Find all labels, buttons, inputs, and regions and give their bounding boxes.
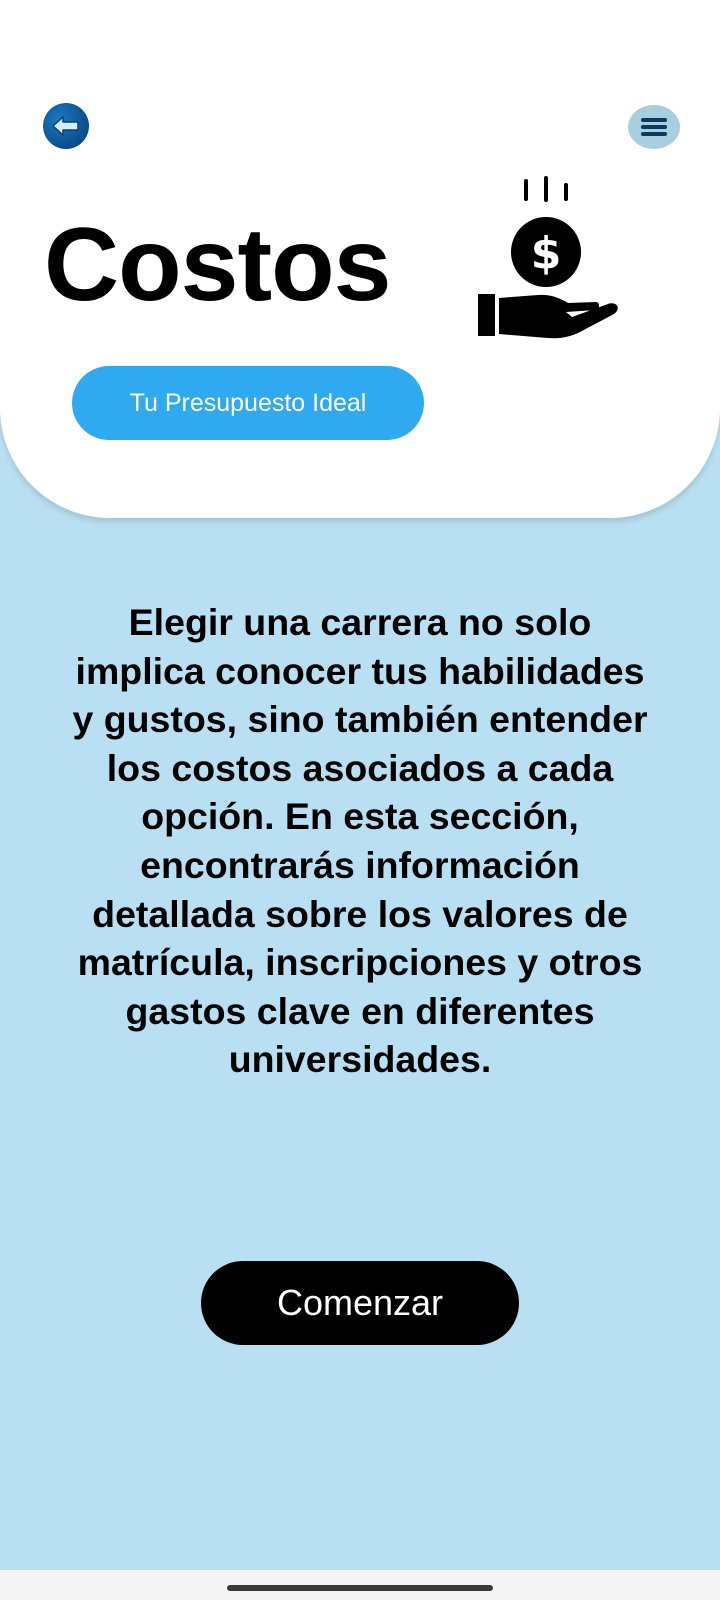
page-title: Costos — [44, 207, 391, 323]
header-card: Costos $ Tu Presupuesto Ideal — [0, 0, 720, 518]
home-indicator[interactable] — [227, 1585, 493, 1591]
svg-text:$: $ — [531, 228, 562, 279]
intro-description: Elegir una carrera no solo implica conoc… — [72, 601, 648, 1081]
arrow-left-icon — [52, 116, 79, 136]
hamburger-menu-icon — [641, 118, 667, 136]
menu-button[interactable] — [628, 105, 680, 149]
start-button[interactable]: Comenzar — [201, 1261, 519, 1345]
hand-receiving-coin-icon: $ — [478, 176, 618, 339]
budget-button[interactable]: Tu Presupuesto Ideal — [72, 366, 424, 440]
back-button[interactable] — [43, 103, 89, 149]
